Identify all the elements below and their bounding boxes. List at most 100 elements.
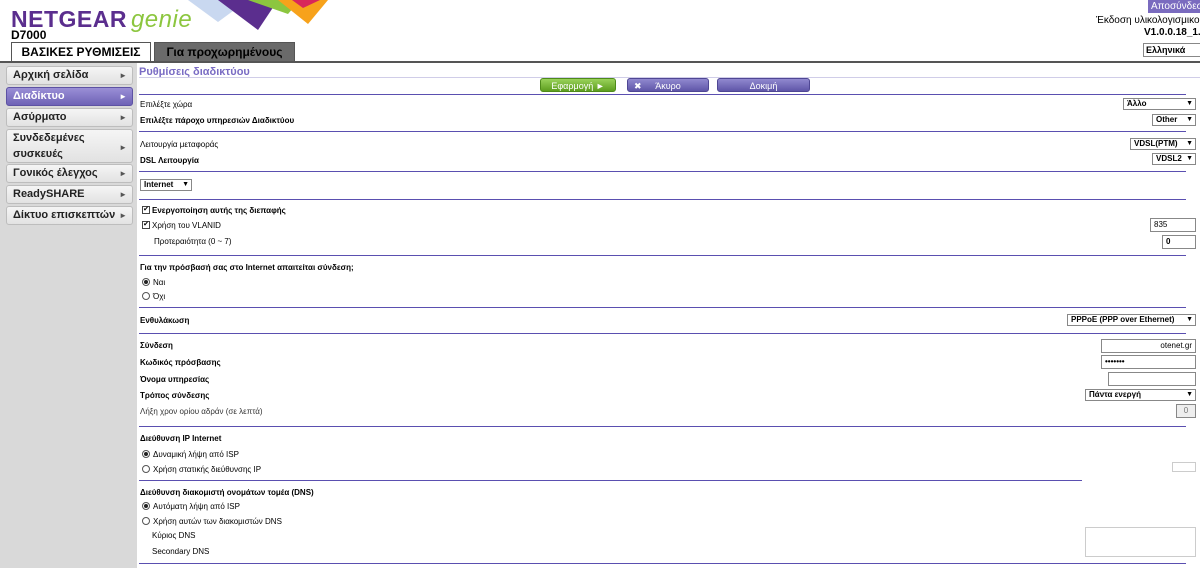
apply-label: Εφαρμογή bbox=[551, 81, 594, 91]
vlan-id-input[interactable]: 835 bbox=[1150, 218, 1196, 232]
dns-input-group[interactable] bbox=[1085, 527, 1196, 557]
sidebar-item-readyshare[interactable]: ReadySHARE ► bbox=[6, 185, 133, 204]
section-divider bbox=[139, 171, 1186, 172]
login-no-label: Όχι bbox=[153, 292, 166, 301]
password-input[interactable]: ••••••• bbox=[1101, 355, 1196, 369]
header: NETGEARgenie D7000 Αποσύνδεση Έκδοση υλι… bbox=[0, 0, 1200, 62]
country-label: Επιλέξτε χώρα bbox=[140, 100, 193, 109]
apply-button[interactable]: Εφαρμογή ► bbox=[540, 78, 616, 92]
connection-mode-label: Τρόπος σύνδεσης bbox=[140, 391, 210, 400]
login-no-radio[interactable] bbox=[142, 292, 150, 300]
chevron-down-icon: ▼ bbox=[1186, 100, 1193, 107]
login-label: Σύνδεση bbox=[140, 341, 173, 350]
enable-interface-checkbox[interactable]: ✔ bbox=[142, 206, 150, 214]
chevron-right-icon: ► bbox=[119, 92, 127, 101]
login-yes-label: Ναι bbox=[153, 278, 166, 287]
section-divider bbox=[139, 307, 1186, 308]
ip-dynamic-label: Δυναμική λήψη από ISP bbox=[153, 450, 239, 459]
internet-ip-heading: Διεύθυνση IP Internet bbox=[140, 434, 222, 443]
service-name-input[interactable] bbox=[1108, 372, 1196, 386]
connection-mode-select[interactable]: Πάντα ενεργή ▼ bbox=[1085, 389, 1196, 401]
priority-label: Προτεραιότητα (0 ~ 7) bbox=[154, 237, 232, 246]
password-label: Κωδικός πρόσβασης bbox=[140, 358, 221, 367]
test-button[interactable]: Δοκιμή bbox=[717, 78, 810, 92]
isp-value: Other bbox=[1156, 115, 1178, 124]
sidebar-item-label-line2: συσκευές bbox=[13, 148, 63, 160]
login-input[interactable]: otenet.gr bbox=[1101, 339, 1196, 353]
primary-dns-label: Κύριος DNS bbox=[152, 531, 196, 540]
dsl-mode-label: DSL Λειτουργία bbox=[140, 156, 199, 165]
country-value: Άλλο bbox=[1127, 99, 1147, 108]
use-vlan-checkbox[interactable]: ✔ bbox=[142, 221, 150, 229]
idle-timeout-input[interactable]: 0 bbox=[1176, 404, 1196, 418]
cancel-button[interactable]: ✖ Άκυρο bbox=[627, 78, 709, 92]
chevron-down-icon: ▼ bbox=[182, 181, 189, 188]
use-vlan-label: Χρήση του VLANID bbox=[152, 221, 221, 230]
sidebar: Αρχική σελίδα ► Διαδίκτυο ► Ασύρματο ► Συνδ… bbox=[0, 63, 137, 568]
sidebar-item-internet[interactable]: Διαδίκτυο ► bbox=[6, 87, 133, 106]
chevron-down-icon: ▼ bbox=[1186, 316, 1193, 323]
sidebar-item-attached-devices[interactable]: Συνδεδεμένες συσκευές ► bbox=[6, 129, 133, 163]
model-name: D7000 bbox=[11, 28, 47, 42]
logo-decoration-icon bbox=[188, 0, 328, 30]
sidebar-item-parental-control[interactable]: Γονικός έλεγχος ► bbox=[6, 164, 133, 183]
ip-dynamic-radio[interactable] bbox=[142, 450, 150, 458]
sidebar-item-wireless[interactable]: Ασύρματο ► bbox=[6, 108, 133, 127]
chevron-right-icon: ► bbox=[119, 143, 127, 152]
transfer-mode-select[interactable]: VDSL(PTM) ▼ bbox=[1130, 138, 1196, 150]
connection-mode-value: Πάντα ενεργή bbox=[1089, 390, 1141, 399]
encapsulation-select[interactable]: PPPoE (PPP over Ethernet) ▼ bbox=[1067, 314, 1196, 326]
chevron-right-icon: ► bbox=[119, 71, 127, 80]
dsl-mode-select[interactable]: VDSL2 ▼ bbox=[1152, 153, 1196, 165]
close-icon: ✖ bbox=[634, 81, 642, 91]
dns-manual-radio[interactable] bbox=[142, 517, 150, 525]
static-ip-field[interactable] bbox=[1172, 462, 1196, 472]
country-select[interactable]: Άλλο ▼ bbox=[1123, 98, 1196, 110]
sidebar-item-label: ReadySHARE bbox=[13, 188, 85, 200]
idle-timeout-label: Λήξη χρον ορίου αδράν (σε λεπτά) bbox=[140, 407, 263, 416]
isp-select[interactable]: Other ▼ bbox=[1152, 114, 1196, 126]
chevron-down-icon: ▼ bbox=[1186, 391, 1193, 398]
chevron-right-icon: ► bbox=[119, 113, 127, 122]
section-divider bbox=[139, 333, 1186, 334]
section-divider bbox=[139, 255, 1186, 256]
section-divider bbox=[139, 94, 1186, 95]
login-yes-radio[interactable] bbox=[142, 278, 150, 286]
chevron-down-icon: ▼ bbox=[1186, 140, 1193, 147]
firmware-label: Έκδοση υλικολογισμικού bbox=[1096, 15, 1200, 26]
service-name-label: Όνομα υπηρεσίας bbox=[140, 375, 210, 384]
tab-basic[interactable]: ΒΑΣΙΚΕΣ ΡΥΘΜΙΣΕΙΣ bbox=[11, 42, 151, 62]
encapsulation-value: PPPoE (PPP over Ethernet) bbox=[1071, 315, 1175, 324]
sidebar-item-label: Ασύρματο bbox=[13, 111, 67, 123]
tab-advanced[interactable]: Για προχωρημένους bbox=[154, 42, 295, 62]
priority-input[interactable]: 0 bbox=[1162, 235, 1196, 249]
sidebar-item-guest-network[interactable]: Δίκτυο επισκεπτών ► bbox=[6, 206, 133, 225]
section-divider bbox=[139, 563, 1186, 564]
secondary-dns-label: Secondary DNS bbox=[152, 547, 210, 556]
chevron-right-icon: ► bbox=[119, 190, 127, 199]
sidebar-item-home[interactable]: Αρχική σελίδα ► bbox=[6, 66, 133, 85]
isp-label: Επιλέξτε πάροχο υπηρεσιών Διαδικτύου bbox=[140, 116, 295, 125]
logout-button[interactable]: Αποσύνδεση bbox=[1148, 0, 1200, 13]
language-select[interactable]: Ελληνικά bbox=[1143, 43, 1200, 57]
section-divider bbox=[139, 426, 1186, 427]
sidebar-item-label: Γονικός έλεγχος bbox=[13, 167, 98, 179]
firmware-version: V1.0.0.18_1.0 bbox=[1144, 27, 1200, 38]
ip-static-label: Χρήση στατικής διεύθυνσης IP bbox=[153, 465, 262, 474]
section-divider bbox=[139, 131, 1186, 132]
dns-heading: Διεύθυνση διακομιστή ονομάτων τομέα (DNS… bbox=[140, 488, 314, 497]
transfer-mode-value: VDSL(PTM) bbox=[1134, 139, 1178, 148]
login-required-label: Για την πρόσβασή σας στο Internet απαιτε… bbox=[140, 263, 354, 272]
ip-static-radio[interactable] bbox=[142, 465, 150, 473]
section-divider bbox=[139, 480, 1082, 481]
dsl-mode-value: VDSL2 bbox=[1156, 154, 1182, 163]
service-select[interactable]: Internet ▼ bbox=[140, 179, 192, 191]
genie-logo-text: genie bbox=[130, 6, 193, 33]
dns-auto-radio[interactable] bbox=[142, 502, 150, 510]
enable-interface-label: Ενεργοποίηση αυτής της διεπαφής bbox=[152, 206, 286, 215]
chevron-right-icon: ► bbox=[119, 169, 127, 178]
sidebar-item-label: Δίκτυο επισκεπτών bbox=[13, 209, 116, 221]
encapsulation-label: Ενθυλάκωση bbox=[140, 316, 190, 325]
sidebar-item-label: Αρχική σελίδα bbox=[13, 69, 89, 81]
dns-manual-label: Χρήση αυτών των διακομιστών DNS bbox=[153, 517, 282, 526]
